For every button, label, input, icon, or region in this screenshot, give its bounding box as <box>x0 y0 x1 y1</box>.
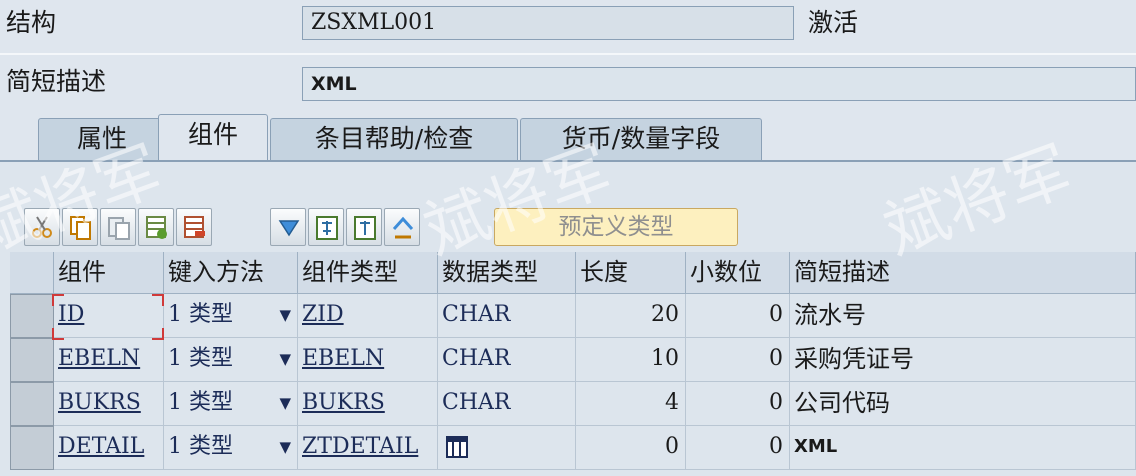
collapse-button[interactable] <box>346 208 382 246</box>
component-name-cell[interactable]: ID <box>54 294 164 338</box>
grid-toolbar: 预定义类型 <box>24 208 744 248</box>
dropdown-arrow-icon[interactable]: ▼ <box>279 382 291 424</box>
table-row: BUKRS 1 类型 ▼ BUKRS CHAR 4 0 公司代码 <box>10 382 1136 426</box>
dropdown-arrow-icon[interactable]: ▼ <box>279 294 291 336</box>
cell-cursor-corner <box>152 294 164 306</box>
paste-button[interactable] <box>100 208 136 246</box>
component-type-cell[interactable]: EBELN <box>298 338 438 382</box>
cell-cursor-corner <box>152 328 164 340</box>
dropdown-arrow-icon[interactable]: ▼ <box>279 426 291 468</box>
find-icon <box>278 220 300 237</box>
column-header[interactable]: 数据类型 <box>438 252 576 294</box>
expand-button[interactable] <box>308 208 344 246</box>
tab-attributes[interactable]: 属性 <box>38 118 166 162</box>
sort-button[interactable] <box>384 208 420 246</box>
header-divider <box>0 53 1136 55</box>
find-button[interactable] <box>270 208 306 246</box>
data-type-cell[interactable]: CHAR <box>438 338 576 382</box>
short-description-label: 简短描述 <box>6 67 107 96</box>
tab-label: 属性 <box>76 124 127 153</box>
expand-icon <box>316 216 338 240</box>
column-header[interactable]: 长度 <box>576 252 686 294</box>
delete-row-button[interactable] <box>176 208 212 246</box>
short-description-cell[interactable]: 流水号 <box>790 294 1136 338</box>
structure-label: 结构 <box>6 8 57 37</box>
component-type-cell[interactable]: BUKRS <box>298 382 438 426</box>
decimals-cell[interactable]: 0 <box>686 382 790 426</box>
row-selector[interactable] <box>10 382 54 426</box>
length-cell[interactable]: 20 <box>576 294 686 338</box>
delete-row-icon <box>184 216 205 238</box>
table-row: DETAIL 1 类型 ▼ ZTDETAIL 0 0 XML <box>10 426 1136 470</box>
paste-icon <box>108 217 130 240</box>
predefined-type-button[interactable]: 预定义类型 <box>494 208 738 246</box>
component-type-cell[interactable]: ZTDETAIL <box>298 426 438 470</box>
length-cell[interactable]: 10 <box>576 338 686 382</box>
column-header[interactable]: 组件 <box>54 252 164 294</box>
short-description-cell[interactable]: XML <box>790 426 1136 470</box>
length-cell[interactable]: 4 <box>576 382 686 426</box>
component-name-cell[interactable]: DETAIL <box>54 426 164 470</box>
decimals-cell[interactable]: 0 <box>686 294 790 338</box>
data-type-cell[interactable] <box>438 426 576 470</box>
short-description-field[interactable]: XML <box>302 67 1136 101</box>
table-row: EBELN 1 类型 ▼ EBELN CHAR 10 0 采购凭证号 <box>10 338 1136 382</box>
insert-row-button[interactable] <box>138 208 174 246</box>
column-header[interactable]: 组件类型 <box>298 252 438 294</box>
short-description-cell[interactable]: 公司代码 <box>790 382 1136 426</box>
row-selector[interactable] <box>10 338 54 382</box>
entry-method-cell[interactable]: 1 类型 ▼ <box>164 294 298 338</box>
entry-method-cell[interactable]: 1 类型 ▼ <box>164 426 298 470</box>
tab-components[interactable]: 组件 <box>158 114 268 162</box>
entry-method-cell[interactable]: 1 类型 ▼ <box>164 382 298 426</box>
entry-method-cell[interactable]: 1 类型 ▼ <box>164 338 298 382</box>
insert-row-icon <box>146 216 167 239</box>
decimals-cell[interactable]: 0 <box>686 426 790 470</box>
column-header[interactable]: 小数位 <box>686 252 790 294</box>
cut-button[interactable] <box>24 208 60 246</box>
data-type-cell[interactable]: CHAR <box>438 382 576 426</box>
decimals-cell[interactable]: 0 <box>686 338 790 382</box>
component-type-cell[interactable]: ZID <box>298 294 438 338</box>
copy-icon <box>70 216 91 240</box>
column-header[interactable]: 简短描述 <box>790 252 1136 294</box>
tab-label: 条目帮助/检查 <box>314 124 474 153</box>
tab-label: 组件 <box>187 120 238 149</box>
short-description-row: 简短描述 XML <box>0 63 1136 108</box>
component-name-cell[interactable]: BUKRS <box>54 382 164 426</box>
collapse-icon <box>354 216 376 240</box>
tab-entry-help-check[interactable]: 条目帮助/检查 <box>270 118 518 162</box>
length-cell[interactable]: 0 <box>576 426 686 470</box>
data-type-cell[interactable]: CHAR <box>438 294 576 338</box>
table-type-icon[interactable] <box>446 436 468 458</box>
tab-strip: 属性 组件 条目帮助/检查 货币/数量字段 <box>0 114 1136 162</box>
structure-row: 结构 ZSXML001 激活 <box>0 0 1136 45</box>
table-row: ID 1 类型 ▼ ZID CHAR 20 0 流水号 <box>10 294 1136 338</box>
row-selector[interactable] <box>10 294 54 338</box>
cell-cursor-corner <box>52 328 64 340</box>
cell-cursor-corner <box>52 294 64 306</box>
row-selector[interactable] <box>10 426 54 470</box>
activation-status: 激活 <box>808 8 859 37</box>
cut-icon <box>32 216 52 238</box>
tab-currency-quantity[interactable]: 货币/数量字段 <box>520 118 762 162</box>
structure-name-field[interactable]: ZSXML001 <box>302 6 794 40</box>
component-name-cell[interactable]: EBELN <box>54 338 164 382</box>
tab-label: 货币/数量字段 <box>561 124 721 153</box>
column-header[interactable]: 键入方法 <box>164 252 298 294</box>
sort-icon <box>392 216 414 239</box>
dropdown-arrow-icon[interactable]: ▼ <box>279 338 291 380</box>
row-selector-header[interactable] <box>10 252 54 294</box>
short-description-cell[interactable]: 采购凭证号 <box>790 338 1136 382</box>
copy-button[interactable] <box>62 208 98 246</box>
